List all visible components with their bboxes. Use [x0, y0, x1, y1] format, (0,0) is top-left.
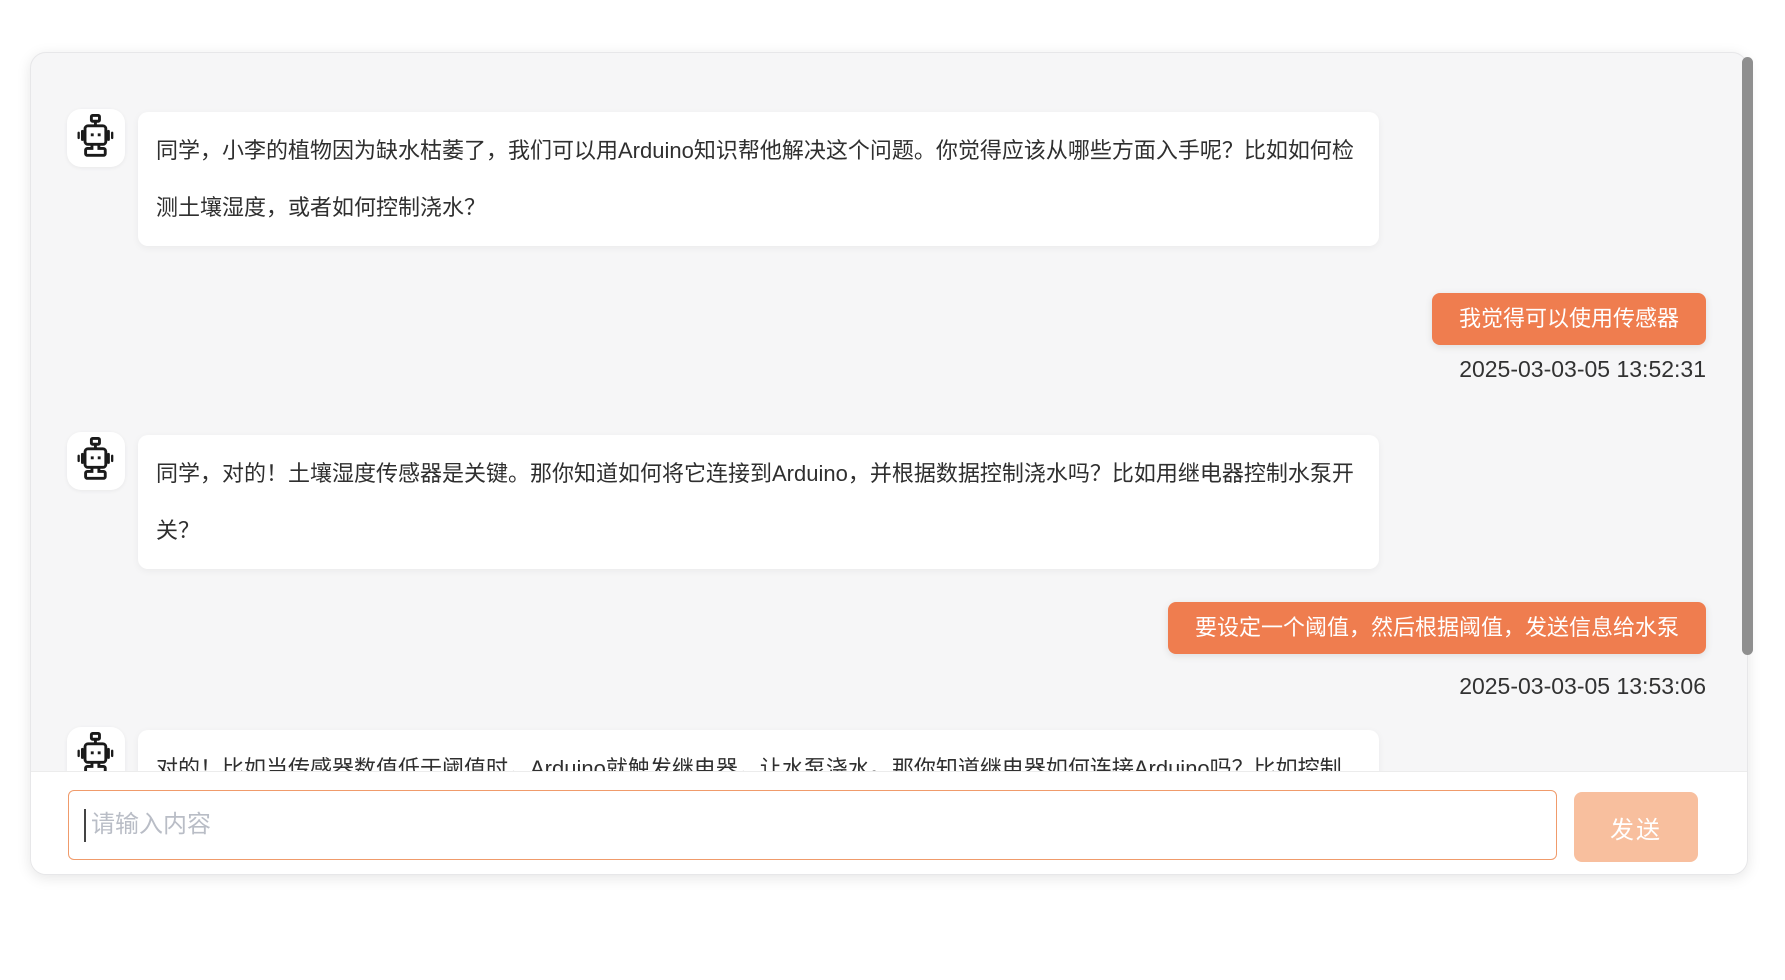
robot-avatar — [67, 727, 125, 771]
bot-message-bubble: 同学，小李的植物因为缺水枯萎了，我们可以用Arduino知识帮他解决这个问题。你… — [138, 112, 1379, 246]
bot-message-row: 对的！比如当传感器数值低于阈值时，Arduino就触发继电器，让水泵浇水。那你知… — [67, 730, 1706, 771]
bot-message-bubble: 同学，对的！土壤湿度传感器是关键。那你知道如何将它连接到Arduino，并根据数… — [138, 435, 1379, 569]
robot-icon — [70, 435, 122, 487]
message-input[interactable] — [68, 790, 1557, 860]
send-button[interactable]: 发送 — [1574, 792, 1698, 862]
bot-message-row: 同学，对的！土壤湿度传感器是关键。那你知道如何将它连接到Arduino，并根据数… — [67, 435, 1706, 569]
bot-message-bubble: 对的！比如当传感器数值低于阈值时，Arduino就触发继电器，让水泵浇水。那你知… — [138, 730, 1379, 771]
user-message-row: 要设定一个阈值，然后根据阈值，发送信息给水泵 — [67, 602, 1706, 654]
text-cursor — [84, 809, 86, 842]
robot-avatar — [67, 432, 125, 490]
scrollbar-thumb[interactable] — [1742, 57, 1753, 655]
chat-card: 同学，小李的植物因为缺水枯萎了，我们可以用Arduino知识帮他解决这个问题。你… — [30, 52, 1748, 875]
robot-avatar — [67, 109, 125, 167]
message-timestamp: 2025-03-03-05 13:52:31 — [67, 355, 1706, 383]
user-message-row: 我觉得可以使用传感器 — [67, 293, 1706, 345]
user-message-bubble: 我觉得可以使用传感器 — [1432, 293, 1706, 345]
robot-icon — [70, 730, 122, 771]
bot-message-row: 同学，小李的植物因为缺水枯萎了，我们可以用Arduino知识帮他解决这个问题。你… — [67, 112, 1706, 246]
message-timestamp: 2025-03-03-05 13:53:06 — [67, 672, 1706, 700]
message-list: 同学，小李的植物因为缺水枯萎了，我们可以用Arduino知识帮他解决这个问题。你… — [31, 53, 1747, 771]
robot-icon — [70, 112, 122, 164]
input-bar: 发送 — [31, 771, 1747, 875]
user-message-bubble: 要设定一个阈值，然后根据阈值，发送信息给水泵 — [1168, 602, 1706, 654]
